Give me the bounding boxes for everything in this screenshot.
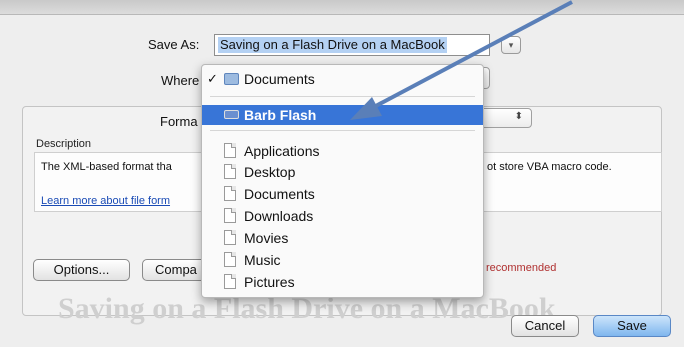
menu-item-label: Pictures bbox=[244, 274, 295, 290]
description-text-tail: ot store VBA macro code. bbox=[487, 161, 612, 173]
save-as-value: Saving on a Flash Drive on a MacBook bbox=[218, 37, 447, 53]
menu-item-documents[interactable]: Documents bbox=[202, 184, 483, 204]
cancel-button[interactable]: Cancel bbox=[511, 315, 579, 337]
menu-item-downloads[interactable]: Downloads bbox=[202, 206, 483, 226]
save-as-input[interactable]: Saving on a Flash Drive on a MacBook bbox=[214, 34, 490, 56]
description-text: The XML-based format tha bbox=[41, 161, 172, 173]
save-as-label: Save As: bbox=[148, 37, 200, 52]
menu-item-movies[interactable]: Movies bbox=[202, 228, 483, 248]
chevron-down-icon: ▾ bbox=[508, 40, 514, 50]
menu-item-label: Documents bbox=[244, 186, 315, 202]
format-popup[interactable]: ⬍ bbox=[480, 108, 532, 128]
format-label: Forma bbox=[160, 114, 198, 129]
document-icon bbox=[224, 143, 236, 158]
menu-item-label: Music bbox=[244, 252, 281, 268]
options-button[interactable]: Options... bbox=[33, 259, 130, 281]
usb-drive-icon bbox=[224, 110, 239, 119]
menu-item-label: Downloads bbox=[244, 208, 314, 224]
where-label: Where bbox=[161, 73, 200, 88]
compatibility-note: recommended bbox=[486, 262, 557, 274]
menu-item-current-documents[interactable]: ✓ Documents bbox=[202, 69, 483, 89]
menu-separator bbox=[210, 96, 475, 97]
menu-item-applications[interactable]: Applications bbox=[202, 141, 483, 161]
menu-item-label: Documents bbox=[244, 71, 315, 87]
document-icon bbox=[224, 186, 236, 201]
menu-separator bbox=[210, 130, 475, 131]
description-label: Description bbox=[36, 138, 92, 150]
save-button[interactable]: Save bbox=[593, 315, 671, 337]
menu-item-barb-flash[interactable]: Barb Flash bbox=[202, 105, 483, 125]
menu-item-label: Desktop bbox=[244, 164, 296, 180]
menu-item-music[interactable]: Music bbox=[202, 250, 483, 270]
menu-item-pictures[interactable]: Pictures bbox=[202, 272, 483, 292]
document-icon bbox=[224, 164, 236, 179]
document-icon bbox=[224, 208, 236, 223]
menu-item-label: Applications bbox=[244, 143, 320, 159]
menu-item-desktop[interactable]: Desktop bbox=[202, 162, 483, 182]
where-dropdown-menu: ✓ Documents Barb Flash Applications Desk… bbox=[201, 64, 484, 298]
document-icon bbox=[224, 274, 236, 289]
menu-item-label: Barb Flash bbox=[244, 107, 317, 123]
document-icon bbox=[224, 230, 236, 245]
document-icon bbox=[224, 252, 236, 267]
window-toolbar bbox=[0, 0, 684, 15]
updown-arrow-icon: ⬍ bbox=[514, 111, 523, 122]
expand-dialog-button[interactable]: ▾ bbox=[501, 36, 521, 54]
learn-more-link[interactable]: Learn more about file form bbox=[41, 195, 170, 207]
checkmark-icon: ✓ bbox=[207, 71, 218, 86]
folder-icon bbox=[224, 73, 239, 85]
menu-item-label: Movies bbox=[244, 230, 289, 246]
